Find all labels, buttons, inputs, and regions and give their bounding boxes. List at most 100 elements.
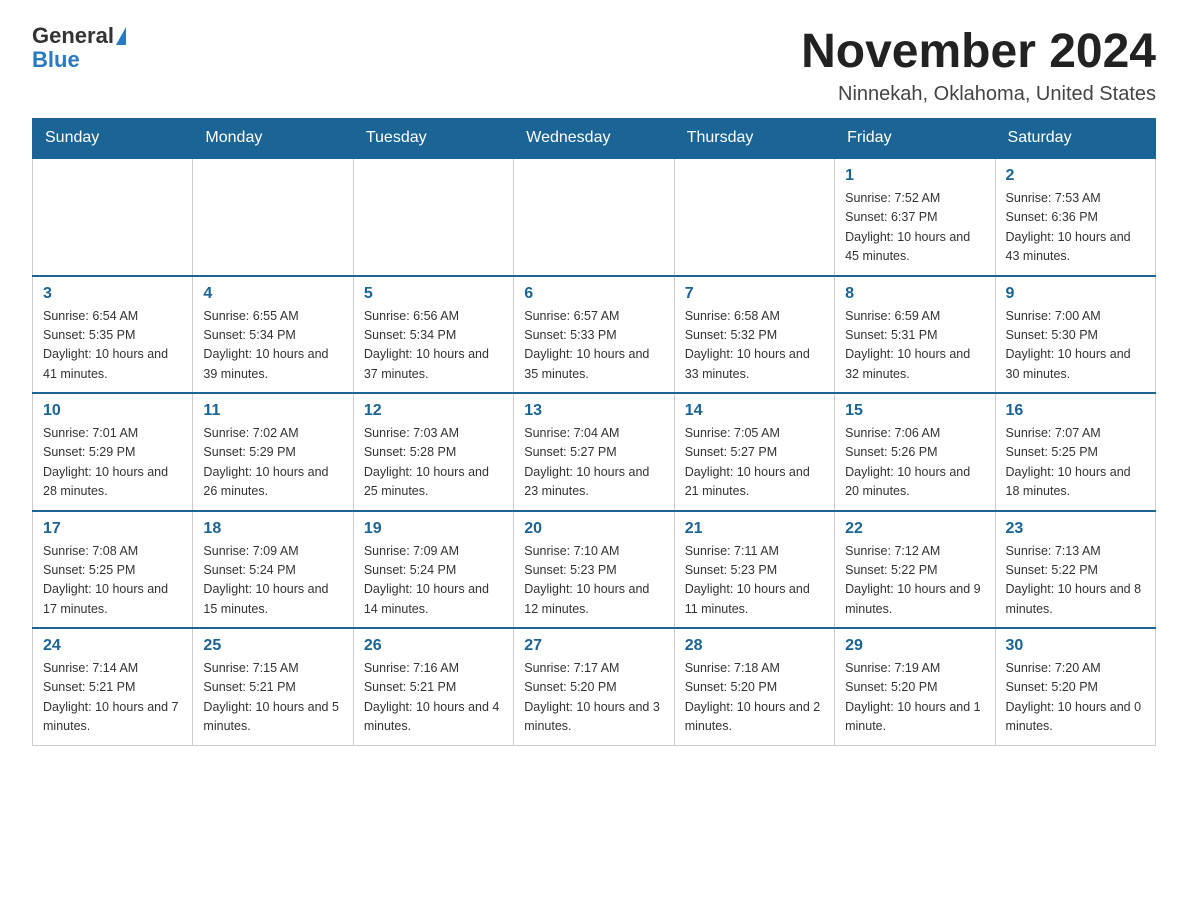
calendar-cell: 22Sunrise: 7:12 AMSunset: 5:22 PMDayligh…: [835, 511, 995, 629]
day-number: 20: [524, 520, 663, 538]
calendar-cell: 29Sunrise: 7:19 AMSunset: 5:20 PMDayligh…: [835, 628, 995, 745]
day-number: 25: [203, 637, 342, 655]
week-row-1: 1 Sunrise: 7:52 AMSunset: 6:37 PMDaylight…: [33, 158, 1156, 276]
calendar-cell: [674, 158, 834, 276]
calendar-cell: 9 Sunrise: 7:00 AMSunset: 5:30 PMDaylight…: [995, 276, 1155, 394]
day-info: Sunrise: 7:52 AMSunset: 6:37 PMDaylight:…: [845, 191, 970, 263]
day-info: Sunrise: 7:10 AMSunset: 5:23 PMDaylight:…: [524, 544, 649, 616]
day-number: 19: [364, 520, 503, 538]
day-info: Sunrise: 7:11 AMSunset: 5:23 PMDaylight:…: [685, 544, 810, 616]
day-info: Sunrise: 7:15 AMSunset: 5:21 PMDaylight:…: [203, 661, 339, 733]
day-number: 9: [1006, 285, 1145, 303]
day-number: 30: [1006, 637, 1145, 655]
day-info: Sunrise: 7:17 AMSunset: 5:20 PMDaylight:…: [524, 661, 660, 733]
day-number: 6: [524, 285, 663, 303]
week-row-4: 17 Sunrise: 7:08 AMSunset: 5:25 PMDayligh…: [33, 511, 1156, 629]
calendar-cell: 26 Sunrise: 7:16 AMSunset: 5:21 PMDayligh…: [353, 628, 513, 745]
day-number: 28: [685, 637, 824, 655]
day-number: 23: [1006, 520, 1145, 538]
calendar-cell: [353, 158, 513, 276]
day-info: Sunrise: 7:02 AMSunset: 5:29 PMDaylight:…: [203, 426, 328, 498]
calendar-cell: [514, 158, 674, 276]
logo-triangle-icon: [116, 27, 126, 45]
day-info: Sunrise: 6:59 AMSunset: 5:31 PMDaylight:…: [845, 309, 970, 381]
day-number: 3: [43, 285, 182, 303]
day-info: Sunrise: 7:20 AMSunset: 5:20 PMDaylight:…: [1006, 661, 1142, 733]
col-header-sunday: Sunday: [33, 119, 193, 159]
calendar-cell: 4Sunrise: 6:55 AMSunset: 5:34 PMDaylight…: [193, 276, 353, 394]
day-info: Sunrise: 7:05 AMSunset: 5:27 PMDaylight:…: [685, 426, 810, 498]
col-header-thursday: Thursday: [674, 119, 834, 159]
day-number: 14: [685, 402, 824, 420]
calendar-cell: 14 Sunrise: 7:05 AMSunset: 5:27 PMDayligh…: [674, 393, 834, 511]
day-info: Sunrise: 7:53 AMSunset: 6:36 PMDaylight:…: [1006, 191, 1131, 263]
day-info: Sunrise: 6:58 AMSunset: 5:32 PMDaylight:…: [685, 309, 810, 381]
calendar-header-row: SundayMondayTuesdayWednesdayThursdayFrid…: [33, 119, 1156, 159]
day-number: 2: [1006, 167, 1145, 185]
day-number: 29: [845, 637, 984, 655]
col-header-friday: Friday: [835, 119, 995, 159]
calendar-cell: 15 Sunrise: 7:06 AMSunset: 5:26 PMDayligh…: [835, 393, 995, 511]
page-header: General Blue November 2024 Ninnekah, Okl…: [32, 24, 1156, 106]
calendar-cell: 21 Sunrise: 7:11 AMSunset: 5:23 PMDayligh…: [674, 511, 834, 629]
calendar-cell: [193, 158, 353, 276]
day-number: 18: [203, 520, 342, 538]
calendar-cell: 11 Sunrise: 7:02 AMSunset: 5:29 PMDayligh…: [193, 393, 353, 511]
day-number: 17: [43, 520, 182, 538]
calendar-cell: 25 Sunrise: 7:15 AMSunset: 5:21 PMDayligh…: [193, 628, 353, 745]
calendar-cell: 30 Sunrise: 7:20 AMSunset: 5:20 PMDayligh…: [995, 628, 1155, 745]
calendar-cell: 17 Sunrise: 7:08 AMSunset: 5:25 PMDayligh…: [33, 511, 193, 629]
calendar-cell: 24Sunrise: 7:14 AMSunset: 5:21 PMDayligh…: [33, 628, 193, 745]
day-number: 7: [685, 285, 824, 303]
calendar-cell: 18 Sunrise: 7:09 AMSunset: 5:24 PMDayligh…: [193, 511, 353, 629]
calendar-cell: 19Sunrise: 7:09 AMSunset: 5:24 PMDayligh…: [353, 511, 513, 629]
day-number: 8: [845, 285, 984, 303]
day-number: 4: [203, 285, 342, 303]
logo: General Blue: [32, 24, 126, 72]
calendar-cell: 16Sunrise: 7:07 AMSunset: 5:25 PMDayligh…: [995, 393, 1155, 511]
calendar-cell: 2 Sunrise: 7:53 AMSunset: 6:36 PMDaylight…: [995, 158, 1155, 276]
calendar-cell: 5Sunrise: 6:56 AMSunset: 5:34 PMDaylight…: [353, 276, 513, 394]
week-row-3: 10Sunrise: 7:01 AMSunset: 5:29 PMDayligh…: [33, 393, 1156, 511]
day-info: Sunrise: 7:00 AMSunset: 5:30 PMDaylight:…: [1006, 309, 1131, 381]
day-info: Sunrise: 7:08 AMSunset: 5:25 PMDaylight:…: [43, 544, 168, 616]
calendar-cell: 12 Sunrise: 7:03 AMSunset: 5:28 PMDayligh…: [353, 393, 513, 511]
day-number: 27: [524, 637, 663, 655]
day-number: 21: [685, 520, 824, 538]
day-number: 1: [845, 167, 984, 185]
calendar-cell: 20 Sunrise: 7:10 AMSunset: 5:23 PMDayligh…: [514, 511, 674, 629]
day-info: Sunrise: 7:03 AMSunset: 5:28 PMDaylight:…: [364, 426, 489, 498]
day-info: Sunrise: 6:57 AMSunset: 5:33 PMDaylight:…: [524, 309, 649, 381]
day-info: Sunrise: 7:01 AMSunset: 5:29 PMDaylight:…: [43, 426, 168, 498]
week-row-5: 24Sunrise: 7:14 AMSunset: 5:21 PMDayligh…: [33, 628, 1156, 745]
week-row-2: 3 Sunrise: 6:54 AMSunset: 5:35 PMDaylight…: [33, 276, 1156, 394]
calendar-cell: 10Sunrise: 7:01 AMSunset: 5:29 PMDayligh…: [33, 393, 193, 511]
calendar-cell: 27 Sunrise: 7:17 AMSunset: 5:20 PMDayligh…: [514, 628, 674, 745]
location-subtitle: Ninnekah, Oklahoma, United States: [801, 83, 1156, 106]
day-info: Sunrise: 7:09 AMSunset: 5:24 PMDaylight:…: [203, 544, 328, 616]
day-number: 26: [364, 637, 503, 655]
calendar-cell: 28Sunrise: 7:18 AMSunset: 5:20 PMDayligh…: [674, 628, 834, 745]
day-info: Sunrise: 7:16 AMSunset: 5:21 PMDaylight:…: [364, 661, 500, 733]
day-number: 11: [203, 402, 342, 420]
day-info: Sunrise: 7:04 AMSunset: 5:27 PMDaylight:…: [524, 426, 649, 498]
logo-blue-text: Blue: [32, 48, 80, 72]
calendar-cell: 7 Sunrise: 6:58 AMSunset: 5:32 PMDaylight…: [674, 276, 834, 394]
logo-general-text: General: [32, 24, 114, 48]
col-header-tuesday: Tuesday: [353, 119, 513, 159]
day-info: Sunrise: 6:56 AMSunset: 5:34 PMDaylight:…: [364, 309, 489, 381]
calendar-cell: 13Sunrise: 7:04 AMSunset: 5:27 PMDayligh…: [514, 393, 674, 511]
day-number: 15: [845, 402, 984, 420]
title-block: November 2024 Ninnekah, Oklahoma, United…: [801, 24, 1156, 106]
day-number: 12: [364, 402, 503, 420]
calendar-cell: 6 Sunrise: 6:57 AMSunset: 5:33 PMDaylight…: [514, 276, 674, 394]
calendar-cell: 1 Sunrise: 7:52 AMSunset: 6:37 PMDaylight…: [835, 158, 995, 276]
day-info: Sunrise: 7:06 AMSunset: 5:26 PMDaylight:…: [845, 426, 970, 498]
calendar-cell: [33, 158, 193, 276]
day-info: Sunrise: 7:12 AMSunset: 5:22 PMDaylight:…: [845, 544, 981, 616]
col-header-saturday: Saturday: [995, 119, 1155, 159]
calendar-cell: 23Sunrise: 7:13 AMSunset: 5:22 PMDayligh…: [995, 511, 1155, 629]
calendar-table: SundayMondayTuesdayWednesdayThursdayFrid…: [32, 118, 1156, 746]
day-info: Sunrise: 6:54 AMSunset: 5:35 PMDaylight:…: [43, 309, 168, 381]
day-number: 24: [43, 637, 182, 655]
